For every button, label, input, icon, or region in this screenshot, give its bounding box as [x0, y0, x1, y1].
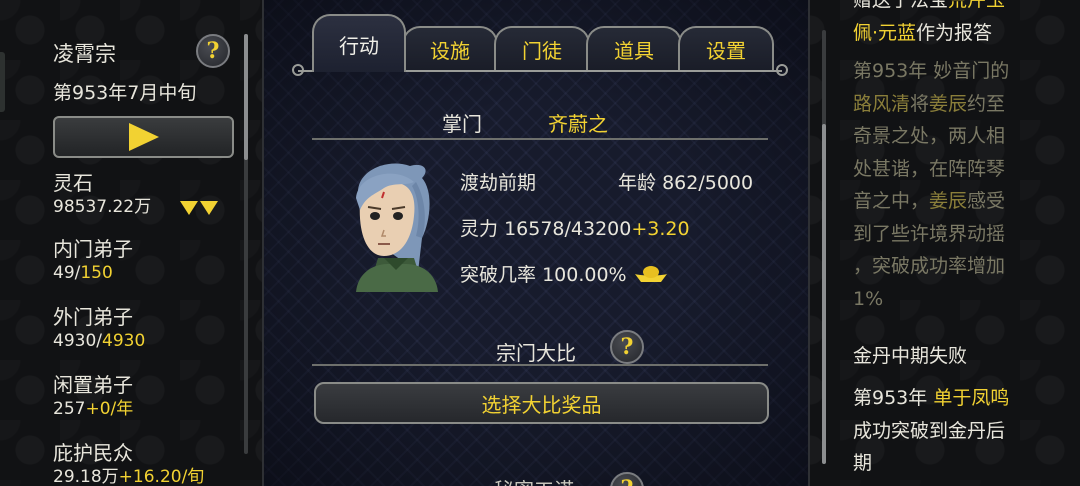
log-item: 荒芹玉	[948, 0, 1006, 11]
log-text: 奇景之处，两人相	[853, 125, 1006, 147]
stat-value: 49/	[53, 263, 81, 283]
choose-reward-button[interactable]: 选择大比奖品	[314, 382, 769, 424]
log-text: 成功突破到金丹后	[853, 419, 1006, 442]
sect-master-header: 掌门 齐蔚之	[312, 106, 768, 140]
master-realm: 渡劫前期	[460, 172, 537, 194]
play-icon	[128, 123, 159, 151]
log-name: 路风清	[853, 92, 911, 115]
log-text: 1%	[853, 287, 884, 310]
tab-facilities[interactable]: 设施	[402, 26, 498, 70]
log-entry: 第953年 单于凤鸣 成功突破到金丹后 期	[853, 382, 1049, 480]
log-name[interactable]: 单于凤鸣	[933, 387, 1009, 409]
log-text: 音之中，	[853, 190, 930, 212]
master-portrait[interactable]	[318, 152, 448, 292]
competition-help-button[interactable]: ?	[610, 330, 644, 364]
left-scrollbar[interactable]	[244, 34, 248, 454]
stat-rate: +0/年	[85, 399, 134, 419]
advance-time-button[interactable]	[53, 116, 234, 158]
gold-ingot-icon	[634, 266, 667, 282]
sect-info-panel: 凌霄宗 ? 第953年7月中旬 灵石 98537.22万 内门弟子 49/150…	[0, 0, 262, 486]
stat-value: 257	[53, 399, 86, 419]
trend-arrows	[178, 201, 218, 215]
master-name[interactable]: 齐蔚之	[548, 108, 608, 137]
side-drawer-handle[interactable]	[0, 52, 5, 112]
spirit-value: 16578/43200	[504, 218, 632, 240]
event-title: 金丹中期失败	[853, 345, 968, 367]
breakthrough-label: 突破几率	[460, 264, 537, 286]
tab-bar: 行动 设施 门徒 道具 设置	[292, 14, 788, 76]
stat-capacity: 4930	[102, 331, 146, 351]
stat-protected-people: 庇护民众 29.18万+16.20/旬	[53, 440, 204, 486]
stat-label: 庇护民众	[53, 441, 133, 465]
tab-settings[interactable]: 设置	[678, 26, 774, 70]
stat-label: 内门弟子	[53, 237, 133, 261]
tab-action[interactable]: 行动	[312, 14, 406, 72]
master-spirit-power: 灵力 16578/43200+3.20	[460, 214, 690, 241]
stat-value: 98537.22万	[53, 197, 152, 217]
question-icon: ?	[620, 334, 634, 360]
log-text: 处甚谐，在阵阵琴	[853, 157, 1006, 180]
age-value: 862/5000	[662, 172, 754, 194]
arrow-down-icon	[200, 201, 218, 215]
log-name: 姜辰	[929, 92, 968, 115]
log-text: ，突破成功率增加	[853, 255, 1006, 277]
stat-value: 4930/	[53, 331, 102, 351]
sect-name: 凌霄宗	[53, 42, 116, 66]
log-text: 第953年 妙音门的	[853, 60, 1010, 82]
stat-label: 闲置弟子	[53, 373, 133, 397]
log-text: 到了些许境界动摇	[853, 222, 1006, 245]
breakthrough-value: 100.00%	[542, 264, 627, 286]
stat-spirit-stones: 灵石 98537.22万	[53, 170, 151, 218]
left-scrollbar-thumb[interactable]	[244, 34, 248, 160]
stat-value: 29.18万	[53, 467, 119, 486]
master-age: 年龄 862/5000	[618, 168, 753, 195]
log-year: 第953年	[853, 387, 928, 409]
stat-rate: +16.20/旬	[118, 467, 205, 486]
log-text: 赠送了法宝	[853, 0, 949, 11]
stat-idle-disciples: 闲置弟子 257+0/年	[53, 372, 133, 420]
ornament-icon	[776, 64, 788, 76]
spirit-rate: +3.20	[631, 218, 690, 240]
event-log-panel: 赠送了法宝荒芹玉 佩·元蓝作为报答 第953年 妙音门的 路风清将姜辰约至 奇景…	[812, 0, 1080, 486]
log-text: 作为报答	[916, 21, 993, 44]
sect-help-button[interactable]: ?	[196, 34, 230, 68]
master-breakthrough: 突破几率 100.00%	[460, 260, 669, 287]
stat-label: 灵石	[53, 171, 93, 195]
game-date: 第953年7月中旬	[53, 82, 197, 104]
log-name: 姜辰	[929, 190, 968, 212]
spirit-label: 灵力	[460, 218, 499, 240]
log-item: 佩·元蓝	[853, 21, 917, 44]
tab-disciples[interactable]: 门徒	[494, 26, 590, 70]
partial-section-label: 秘密工诺	[494, 474, 574, 486]
stat-capacity: 150	[80, 263, 113, 283]
right-scrollbar-thumb[interactable]	[822, 124, 826, 464]
log-text: 将	[910, 92, 930, 115]
right-scrollbar[interactable]	[822, 30, 826, 464]
arrow-down-icon	[180, 201, 198, 215]
log-entry-faded: 第953年 妙音门的 路风清将姜辰约至 奇景之处，两人相 处甚谐，在阵阵琴 音之…	[853, 55, 1049, 315]
stat-inner-disciples: 内门弟子 49/150	[53, 236, 133, 284]
log-text: 约至	[967, 92, 1006, 115]
ornament-icon	[292, 64, 304, 76]
divider	[312, 364, 768, 366]
question-icon: ?	[206, 38, 220, 64]
stat-outer-disciples: 外门弟子 4930/4930	[53, 304, 145, 352]
main-panel: 行动 设施 门徒 道具 设置 掌门 齐蔚之 渡劫前期 年龄 862/5000 灵…	[262, 0, 810, 486]
sect-competition-label: 宗门大比	[496, 341, 576, 365]
master-label: 掌门	[442, 112, 482, 136]
log-entry-partial: 赠送了法宝荒芹玉 佩·元蓝作为报答	[853, 0, 1049, 49]
log-text: 感受	[967, 190, 1006, 212]
age-label: 年龄	[618, 172, 657, 194]
question-icon: ?	[621, 476, 634, 486]
log-text: 期	[853, 452, 873, 474]
tab-items[interactable]: 道具	[586, 26, 682, 70]
stat-label: 外门弟子	[53, 305, 133, 329]
partial-help-button[interactable]: ?	[610, 472, 644, 486]
